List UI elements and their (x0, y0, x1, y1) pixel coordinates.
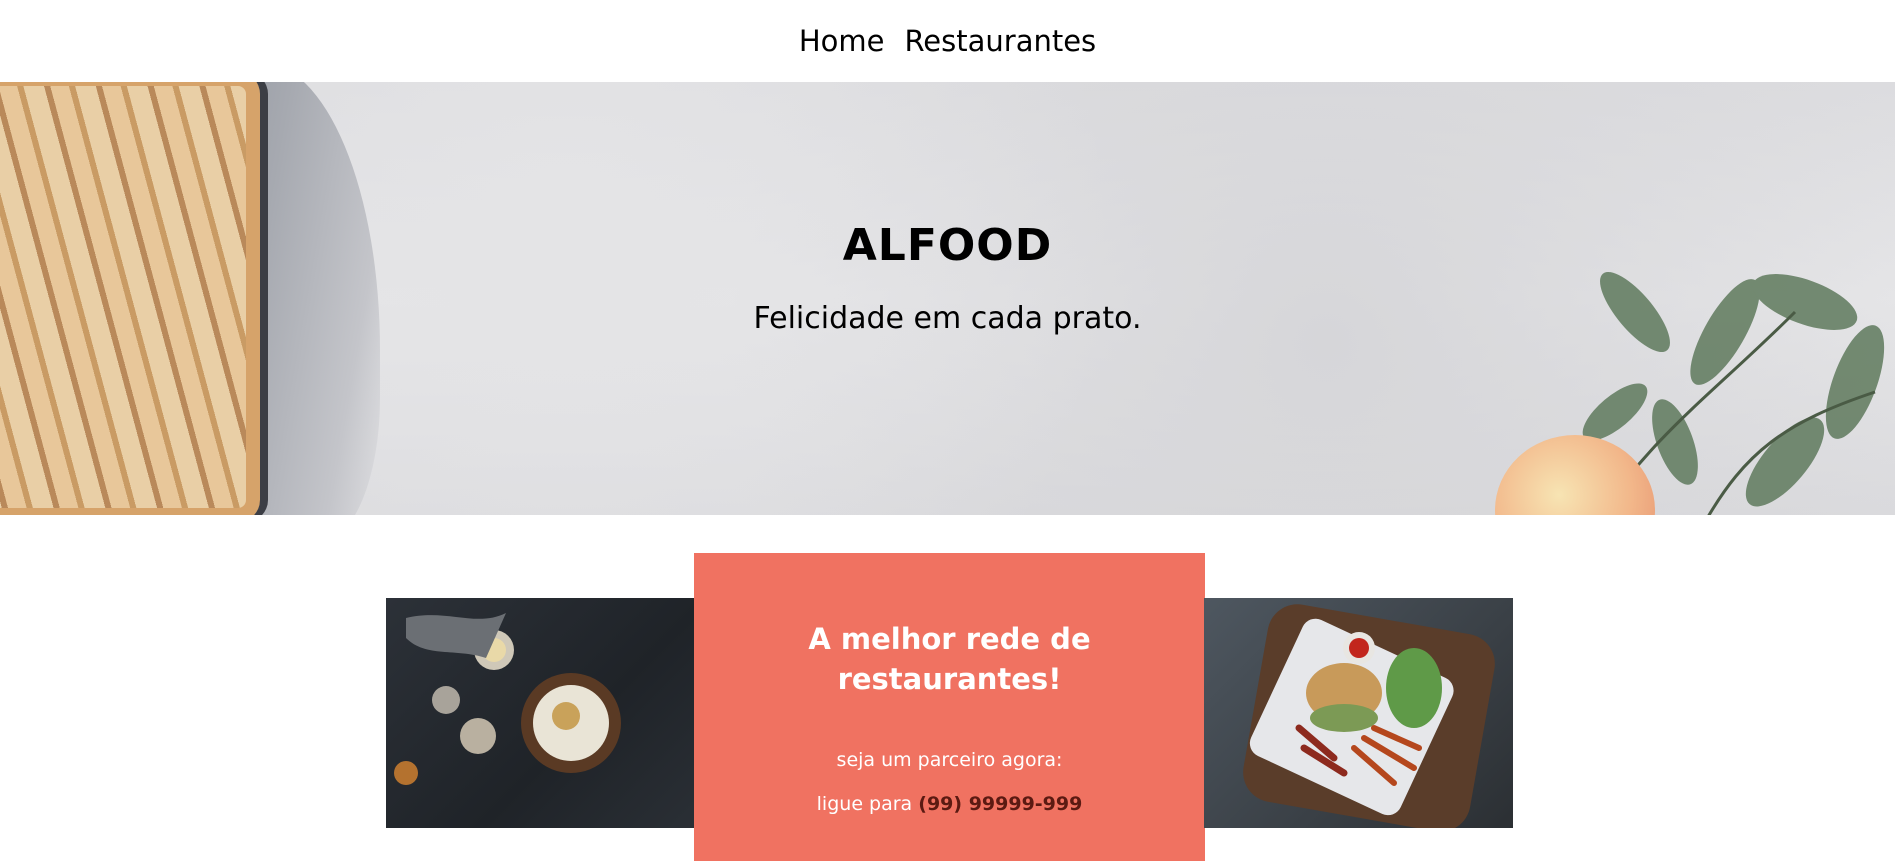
call-line: ligue para (99) 99999-999 (694, 793, 1205, 815)
burger-plate-image (1204, 598, 1513, 828)
nav-restaurantes-link[interactable]: Restaurantes (904, 24, 1096, 58)
hero-subtitle: Felicidade em cada prato. (753, 301, 1142, 336)
top-nav: Home Restaurantes (0, 0, 1895, 82)
phone-number[interactable]: (99) 99999-999 (918, 793, 1082, 815)
call-prefix: ligue para (816, 793, 913, 815)
hero-text: ALFOOD Felicidade em cada prato. (0, 220, 1895, 336)
nav-home-link[interactable]: Home (799, 24, 885, 58)
dessert-table-image (386, 598, 695, 828)
promo-heading: A melhor rede de restaurantes! (808, 622, 1091, 696)
promo-card: A melhor rede de restaurantes! seja um p… (694, 553, 1205, 861)
hero-title: ALFOOD (842, 220, 1053, 271)
promo-section: A melhor rede de restaurantes! seja um p… (0, 515, 1895, 865)
partner-text: seja um parceiro agora: (836, 749, 1063, 771)
hero-banner: ALFOOD Felicidade em cada prato. (0, 82, 1895, 515)
